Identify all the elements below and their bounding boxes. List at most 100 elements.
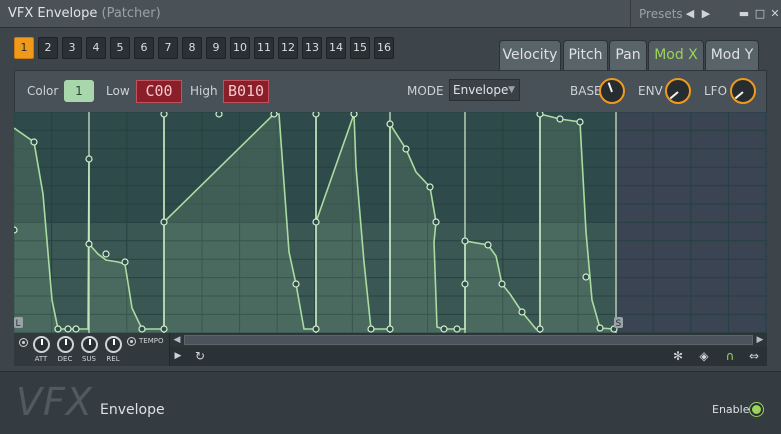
envelope-graph[interactable]: L S: [14, 112, 767, 333]
lfo-label: LFO: [704, 84, 728, 98]
minimize-icon[interactable]: ▬: [737, 5, 751, 23]
adsr-knob-sus[interactable]: [81, 336, 98, 353]
envelope-point[interactable]: [461, 237, 469, 245]
envelope-point[interactable]: [312, 325, 320, 333]
stretch-icon[interactable]: ⇔: [746, 349, 762, 364]
envelope-point[interactable]: [312, 112, 320, 118]
envelope-slot-3[interactable]: 3: [62, 37, 82, 59]
envelope-point[interactable]: [14, 226, 18, 234]
preset-prev-icon[interactable]: ◀: [683, 5, 697, 23]
envelope-slot-4[interactable]: 4: [86, 37, 106, 59]
envelope-point[interactable]: [386, 325, 394, 333]
adsr-label-dec: DEC: [57, 355, 73, 363]
envelope-point[interactable]: [72, 325, 80, 333]
envelope-point[interactable]: [64, 325, 72, 333]
high-note-box[interactable]: B010: [223, 80, 269, 103]
envelope-point[interactable]: [536, 325, 544, 333]
envelope-slot-14[interactable]: 14: [326, 37, 346, 59]
envelope-point[interactable]: [576, 118, 584, 126]
envelope-slot-9[interactable]: 9: [206, 37, 226, 59]
tempo-toggle-icon[interactable]: [127, 337, 136, 346]
envelope-point[interactable]: [518, 308, 526, 316]
presets-label[interactable]: Presets: [639, 7, 683, 21]
scroll-right-icon[interactable]: ▶: [753, 333, 767, 347]
envelope-slot-2[interactable]: 2: [38, 37, 58, 59]
adsr-label-sus: SUS: [81, 355, 96, 363]
envelope-point[interactable]: [498, 280, 506, 288]
envelope-point[interactable]: [350, 112, 358, 118]
envelope-slot-15[interactable]: 15: [350, 37, 370, 59]
envelope-point[interactable]: [215, 112, 223, 118]
envelope-point[interactable]: [121, 258, 129, 266]
envelope-point[interactable]: [426, 183, 434, 191]
envelope-slot-5[interactable]: 5: [110, 37, 130, 59]
chevron-down-icon: ▼: [508, 85, 515, 95]
magnet-icon[interactable]: ∩: [722, 349, 738, 364]
tab-pitch[interactable]: Pitch: [563, 40, 608, 70]
low-note-box[interactable]: C00: [136, 80, 182, 103]
scroll-left-icon[interactable]: ◀: [170, 333, 184, 347]
envelope-point[interactable]: [160, 218, 168, 226]
envelope-slot-1[interactable]: 1: [14, 37, 34, 59]
envelope-point[interactable]: [484, 241, 492, 249]
base-knob[interactable]: [599, 78, 625, 104]
envelope-point[interactable]: [432, 218, 440, 226]
preset-next-icon[interactable]: ▶: [699, 5, 713, 23]
envelope-slot-11[interactable]: 11: [254, 37, 274, 59]
envelope-point[interactable]: [402, 145, 410, 153]
horizontal-scrollbar[interactable]: ◀ ▶: [170, 333, 767, 347]
envelope-slot-13[interactable]: 13: [302, 37, 322, 59]
envelope-editor[interactable]: L S: [14, 112, 767, 333]
tag-icon[interactable]: ◈: [696, 349, 712, 364]
close-icon[interactable]: ✕: [768, 5, 781, 23]
envelope-point[interactable]: [312, 218, 320, 226]
envelope-point[interactable]: [367, 325, 375, 333]
envelope-point[interactable]: [453, 325, 461, 333]
envelope-point[interactable]: [292, 280, 300, 288]
scroll-thumb[interactable]: [184, 335, 753, 345]
envelope-point[interactable]: [596, 324, 604, 332]
tab-velocity[interactable]: Velocity: [499, 40, 561, 70]
adsr-knob-att[interactable]: [33, 336, 50, 353]
mode-dropdown[interactable]: Envelope ▼: [449, 79, 520, 101]
envelope-point[interactable]: [160, 325, 168, 333]
color-selector[interactable]: 1: [64, 80, 94, 102]
envelope-slot-8[interactable]: 8: [182, 37, 202, 59]
envelope-point[interactable]: [138, 325, 146, 333]
reset-icon[interactable]: ↻: [192, 349, 208, 364]
envelope-point[interactable]: [461, 280, 469, 288]
envelope-point[interactable]: [556, 115, 564, 123]
tab-mod-x[interactable]: Mod X: [648, 40, 704, 70]
envelope-slot-7[interactable]: 7: [158, 37, 178, 59]
envelope-point[interactable]: [160, 112, 168, 118]
envelope-slot-12[interactable]: 12: [278, 37, 298, 59]
env-knob[interactable]: [665, 78, 691, 104]
tab-pan[interactable]: Pan: [609, 40, 647, 70]
play-icon[interactable]: ▶: [170, 349, 186, 364]
envelope-slot-10[interactable]: 10: [230, 37, 250, 59]
maximize-icon[interactable]: □: [753, 5, 767, 23]
envelope-point[interactable]: [102, 250, 110, 258]
tab-mod-y[interactable]: Mod Y: [705, 40, 759, 70]
envelope-point[interactable]: [440, 325, 448, 333]
adsr-knob-dec[interactable]: [57, 336, 74, 353]
snowflake-icon[interactable]: ✻: [670, 349, 686, 364]
envelope-point[interactable]: [85, 240, 93, 248]
envelope-point[interactable]: [30, 138, 38, 146]
plugin-name: Envelope: [100, 402, 165, 418]
adsr-toggle-icon[interactable]: [19, 338, 28, 347]
title-text: VFX Envelope: [8, 6, 98, 21]
envelope-point[interactable]: [536, 112, 544, 118]
envelope-point[interactable]: [270, 112, 278, 118]
editor-toolbar: ▶ ↻ ✻ ◈ ∩ ⇔: [170, 347, 767, 366]
envelope-point[interactable]: [54, 325, 62, 333]
enable-led-toggle[interactable]: [750, 403, 763, 416]
envelope-slot-6[interactable]: 6: [134, 37, 154, 59]
title-bar: VFX Envelope (Patcher) Presets ◀ ▶ ▬ □ ✕: [0, 0, 781, 28]
envelope-point[interactable]: [386, 120, 394, 128]
envelope-point[interactable]: [85, 155, 93, 163]
envelope-slot-16[interactable]: 16: [374, 37, 394, 59]
lfo-knob[interactable]: [730, 78, 756, 104]
envelope-point[interactable]: [582, 273, 590, 281]
adsr-knob-rel[interactable]: [105, 336, 122, 353]
